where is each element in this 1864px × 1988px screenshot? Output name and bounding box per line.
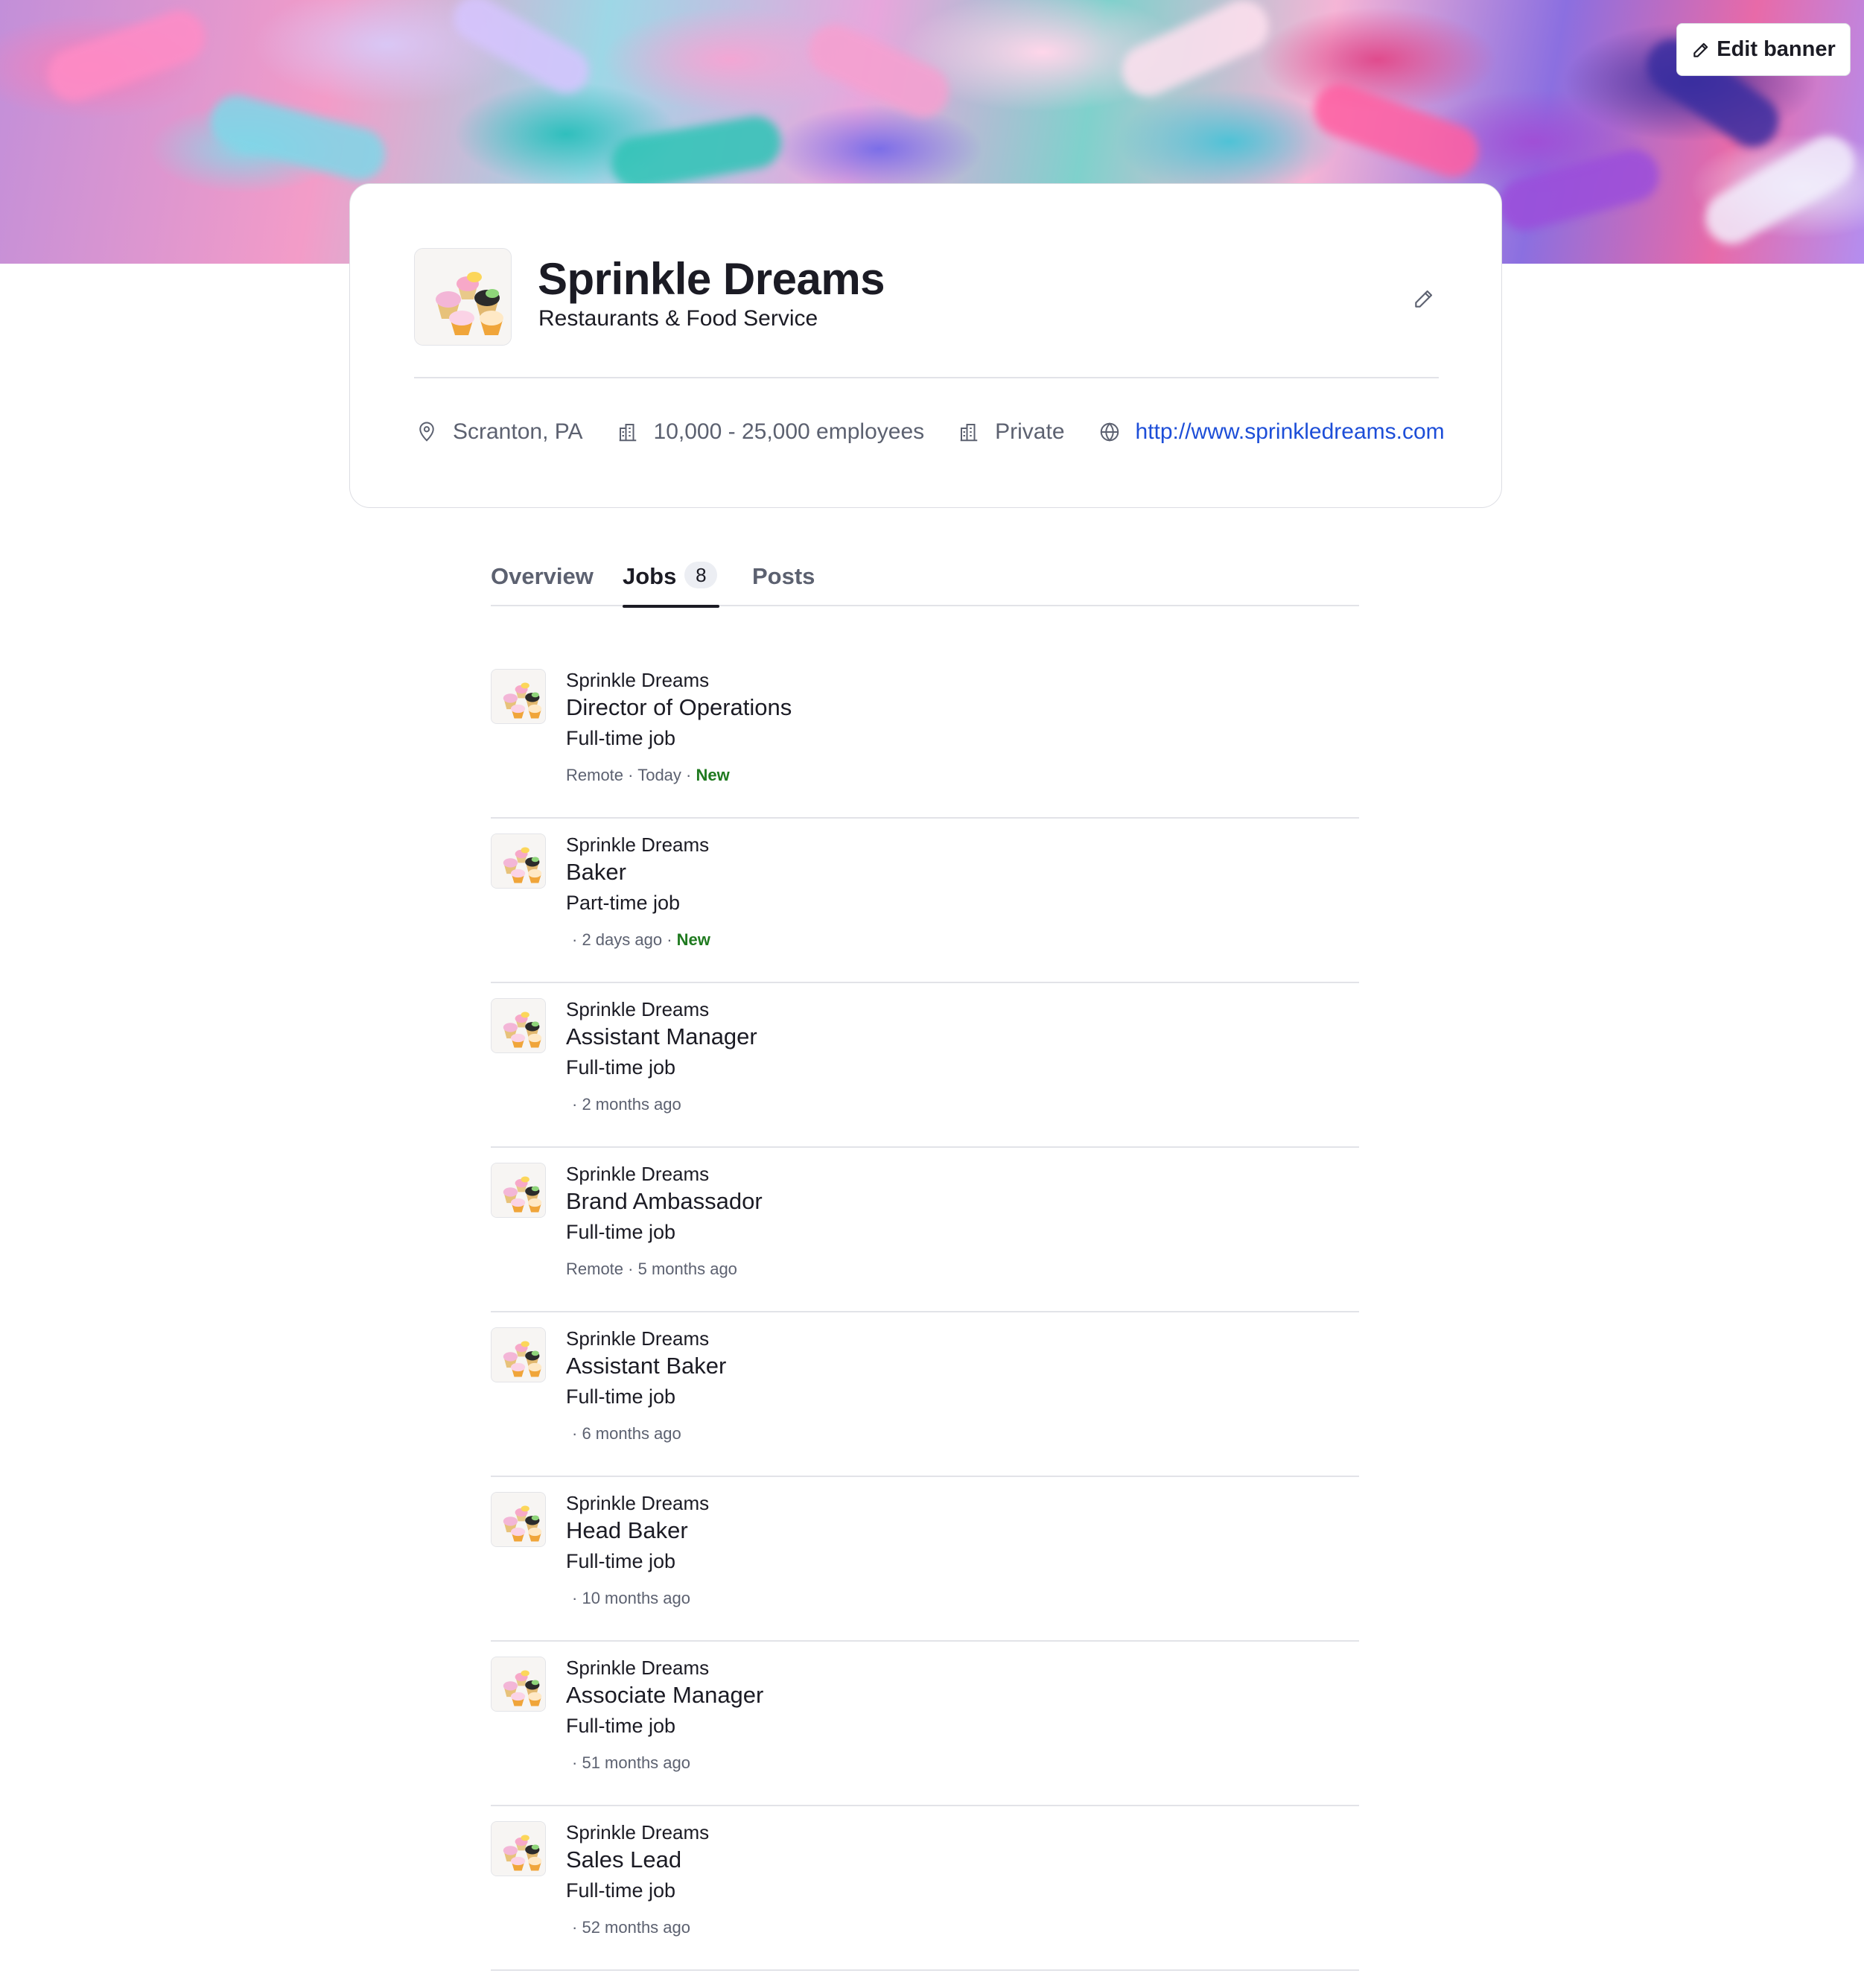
meta-separator: · bbox=[572, 1424, 582, 1443]
job-list-item[interactable]: Sprinkle Dreams Sales Lead Full-time job… bbox=[491, 1806, 1359, 1971]
edit-banner-button[interactable]: Edit banner bbox=[1676, 23, 1851, 76]
company-facts: Scranton, PA 10,000 - 25,000 employees P… bbox=[416, 413, 1445, 451]
job-list-item[interactable]: Sprinkle Dreams Assistant Manager Full-t… bbox=[491, 983, 1359, 1148]
job-meta: Remote · 5 months ago bbox=[566, 1260, 737, 1279]
job-list-item[interactable]: Sprinkle Dreams Assistant Baker Full-tim… bbox=[491, 1312, 1359, 1477]
job-type: Full-time job bbox=[566, 1385, 676, 1408]
job-list-item[interactable]: Sprinkle Dreams Associate Manager Full-t… bbox=[491, 1642, 1359, 1806]
building-icon bbox=[619, 424, 636, 442]
job-list-item[interactable]: Sprinkle Dreams Head Baker Full-time job… bbox=[491, 1477, 1359, 1642]
job-company-name: Sprinkle Dreams bbox=[566, 1327, 710, 1350]
company-header-card: Sprinkle Dreams Restaurants & Food Servi… bbox=[349, 183, 1502, 508]
company-logo-thumbnail bbox=[491, 1492, 546, 1547]
job-company-name: Sprinkle Dreams bbox=[566, 998, 710, 1020]
job-type: Full-time job bbox=[566, 1056, 676, 1079]
company-location: Scranton, PA bbox=[416, 419, 583, 445]
tab-overview[interactable]: Overview bbox=[491, 559, 623, 606]
job-title[interactable]: Baker bbox=[566, 859, 626, 886]
profile-tabs: Overview Jobs 8 Posts bbox=[491, 559, 1359, 608]
company-logo-thumbnail bbox=[491, 669, 546, 724]
job-type: Full-time job bbox=[566, 1879, 676, 1902]
job-posted-date: Today bbox=[637, 766, 681, 784]
globe-icon bbox=[1100, 422, 1119, 442]
job-type: Full-time job bbox=[566, 1715, 676, 1737]
job-company-name: Sprinkle Dreams bbox=[566, 669, 710, 691]
job-type: Part-time job bbox=[566, 892, 681, 914]
job-list-item[interactable]: Sprinkle Dreams Director of Operations F… bbox=[491, 654, 1359, 819]
jobs-list: Sprinkle Dreams Director of Operations F… bbox=[491, 654, 1359, 1971]
job-title[interactable]: Brand Ambassador bbox=[566, 1188, 763, 1215]
job-meta: · 2 days ago · New bbox=[566, 930, 710, 950]
job-type: Full-time job bbox=[566, 1550, 676, 1572]
job-company-name: Sprinkle Dreams bbox=[566, 1821, 710, 1843]
location-pin-icon bbox=[419, 422, 434, 442]
meta-separator: · bbox=[572, 1918, 582, 1937]
job-title[interactable]: Assistant Manager bbox=[566, 1023, 757, 1050]
job-title[interactable]: Sales Lead bbox=[566, 1846, 681, 1873]
job-list-item[interactable]: Sprinkle Dreams Baker Part-time job · 2 … bbox=[491, 819, 1359, 983]
company-website-link[interactable]: http://www.sprinkledreams.com bbox=[1136, 419, 1445, 445]
job-list-item[interactable]: Sprinkle Dreams Brand Ambassador Full-ti… bbox=[491, 1148, 1359, 1312]
company-logo-thumbnail bbox=[491, 1163, 546, 1218]
job-posted-date: 6 months ago bbox=[582, 1424, 681, 1443]
meta-separator: · bbox=[662, 930, 677, 949]
job-location: Remote bbox=[566, 766, 624, 784]
job-title[interactable]: Director of Operations bbox=[566, 694, 792, 721]
company-ownership: Private bbox=[958, 419, 1065, 445]
job-posted-date: 5 months ago bbox=[637, 1260, 737, 1278]
edit-company-pencil-icon[interactable] bbox=[1412, 287, 1436, 311]
job-company-name: Sprinkle Dreams bbox=[566, 833, 710, 856]
company-logo-thumbnail bbox=[491, 998, 546, 1053]
job-type: Full-time job bbox=[566, 727, 676, 749]
meta-separator: · bbox=[681, 766, 696, 784]
new-badge: New bbox=[696, 766, 730, 784]
tab-jobs[interactable]: Jobs 8 bbox=[623, 559, 752, 608]
company-industry: Restaurants & Food Service bbox=[538, 306, 818, 331]
job-meta: · 6 months ago bbox=[566, 1424, 681, 1444]
job-title[interactable]: Associate Manager bbox=[566, 1682, 763, 1709]
edit-banner-label: Edit banner bbox=[1717, 37, 1836, 61]
job-posted-date: 10 months ago bbox=[582, 1589, 690, 1607]
company-logo bbox=[414, 248, 512, 346]
job-meta: · 52 months ago bbox=[566, 1918, 690, 1937]
meta-separator: · bbox=[572, 930, 582, 949]
new-badge: New bbox=[676, 930, 710, 949]
jobs-count-badge: 8 bbox=[684, 562, 718, 588]
building-icon bbox=[960, 424, 978, 442]
job-meta: · 2 months ago bbox=[566, 1095, 681, 1114]
job-location: Remote bbox=[566, 1260, 624, 1278]
job-company-name: Sprinkle Dreams bbox=[566, 1163, 710, 1185]
job-title[interactable]: Head Baker bbox=[566, 1517, 688, 1544]
job-company-name: Sprinkle Dreams bbox=[566, 1657, 710, 1679]
job-posted-date: 2 months ago bbox=[582, 1095, 681, 1114]
job-title[interactable]: Assistant Baker bbox=[566, 1353, 726, 1379]
pencil-icon bbox=[1693, 42, 1708, 57]
meta-separator: · bbox=[623, 766, 638, 784]
company-logo-thumbnail bbox=[491, 1657, 546, 1712]
job-type: Full-time job bbox=[566, 1221, 676, 1243]
meta-separator: · bbox=[623, 1260, 638, 1278]
company-website: http://www.sprinkledreams.com bbox=[1098, 419, 1445, 445]
company-size: 10,000 - 25,000 employees bbox=[617, 419, 924, 445]
job-posted-date: 52 months ago bbox=[582, 1918, 690, 1937]
company-logo-thumbnail bbox=[491, 833, 546, 889]
job-meta: · 10 months ago bbox=[566, 1589, 690, 1608]
job-meta: · 51 months ago bbox=[566, 1753, 690, 1773]
job-meta: Remote · Today · New bbox=[566, 766, 730, 785]
tab-posts[interactable]: Posts bbox=[752, 559, 815, 606]
company-logo-thumbnail bbox=[491, 1327, 546, 1382]
company-logo-thumbnail bbox=[491, 1821, 546, 1876]
card-divider bbox=[414, 377, 1439, 378]
meta-separator: · bbox=[572, 1589, 582, 1607]
meta-separator: · bbox=[572, 1753, 582, 1772]
company-name: Sprinkle Dreams bbox=[538, 254, 885, 304]
job-posted-date: 2 days ago bbox=[582, 930, 663, 949]
meta-separator: · bbox=[572, 1095, 582, 1114]
job-company-name: Sprinkle Dreams bbox=[566, 1492, 710, 1514]
job-posted-date: 51 months ago bbox=[582, 1753, 690, 1772]
